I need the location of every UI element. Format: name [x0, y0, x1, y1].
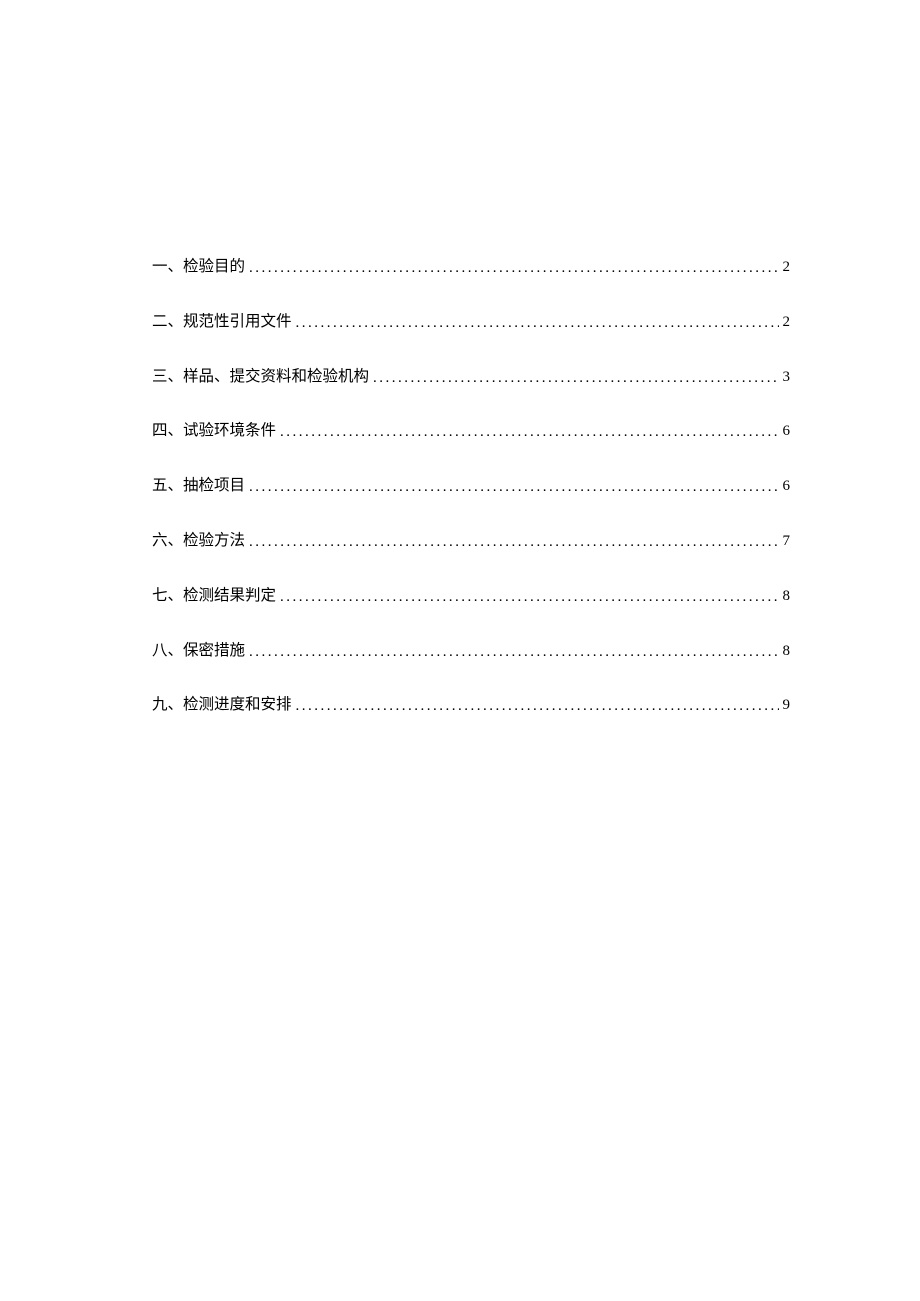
toc-entry: 五、抽检项目 6	[152, 474, 790, 499]
toc-entry-page: 7	[783, 529, 791, 553]
toc-leader-dots	[249, 475, 778, 499]
toc-entry-page: 2	[783, 255, 791, 279]
toc-entry-title: 九、检测进度和安排	[152, 693, 292, 718]
toc-entry: 八、保密措施 8	[152, 639, 790, 664]
toc-entry-page: 3	[783, 365, 791, 389]
toc-entry: 四、试验环境条件 6	[152, 419, 790, 444]
toc-leader-dots	[249, 530, 778, 554]
toc-entry-page: 2	[783, 310, 791, 334]
toc-entry-page: 9	[783, 693, 791, 717]
toc-leader-dots	[249, 256, 778, 280]
toc-entry: 七、检测结果判定 8	[152, 584, 790, 609]
toc-entry-page: 8	[783, 639, 791, 663]
toc-entry: 六、检验方法 7	[152, 529, 790, 554]
toc-entry: 二、规范性引用文件 2	[152, 310, 790, 335]
toc-entry: 九、检测进度和安排 9	[152, 693, 790, 718]
toc-entry: 一、检验目的 2	[152, 255, 790, 280]
document-page: 一、检验目的 2 二、规范性引用文件 2 三、样品、提交资料和检验机构 3 四、…	[0, 0, 920, 718]
toc-leader-dots	[280, 420, 778, 444]
toc-leader-dots	[296, 694, 779, 718]
toc-entry-title: 八、保密措施	[152, 639, 245, 664]
toc-entry-title: 二、规范性引用文件	[152, 310, 292, 335]
toc-leader-dots	[373, 366, 778, 390]
toc-leader-dots	[280, 585, 778, 609]
toc-leader-dots	[296, 311, 779, 335]
table-of-contents: 一、检验目的 2 二、规范性引用文件 2 三、样品、提交资料和检验机构 3 四、…	[152, 255, 790, 718]
toc-entry-title: 六、检验方法	[152, 529, 245, 554]
toc-entry-page: 6	[783, 474, 791, 498]
toc-leader-dots	[249, 640, 778, 664]
toc-entry-title: 五、抽检项目	[152, 474, 245, 499]
toc-entry-title: 三、样品、提交资料和检验机构	[152, 365, 369, 390]
toc-entry-page: 8	[783, 584, 791, 608]
toc-entry-title: 七、检测结果判定	[152, 584, 276, 609]
toc-entry-title: 四、试验环境条件	[152, 419, 276, 444]
toc-entry-page: 6	[783, 419, 791, 443]
toc-entry: 三、样品、提交资料和检验机构 3	[152, 365, 790, 390]
toc-entry-title: 一、检验目的	[152, 255, 245, 280]
